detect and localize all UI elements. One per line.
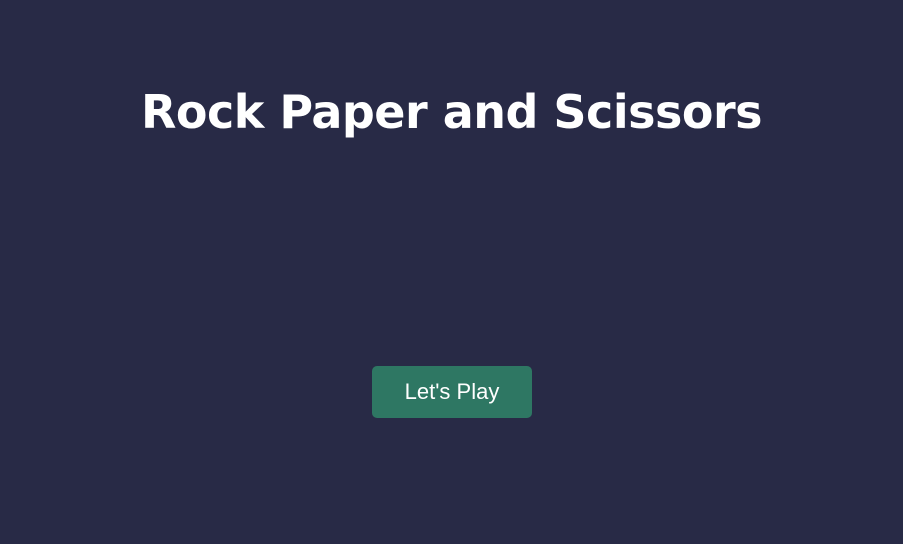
page-title: Rock Paper and Scissors <box>140 85 763 139</box>
lets-play-button[interactable]: Let's Play <box>372 366 532 418</box>
